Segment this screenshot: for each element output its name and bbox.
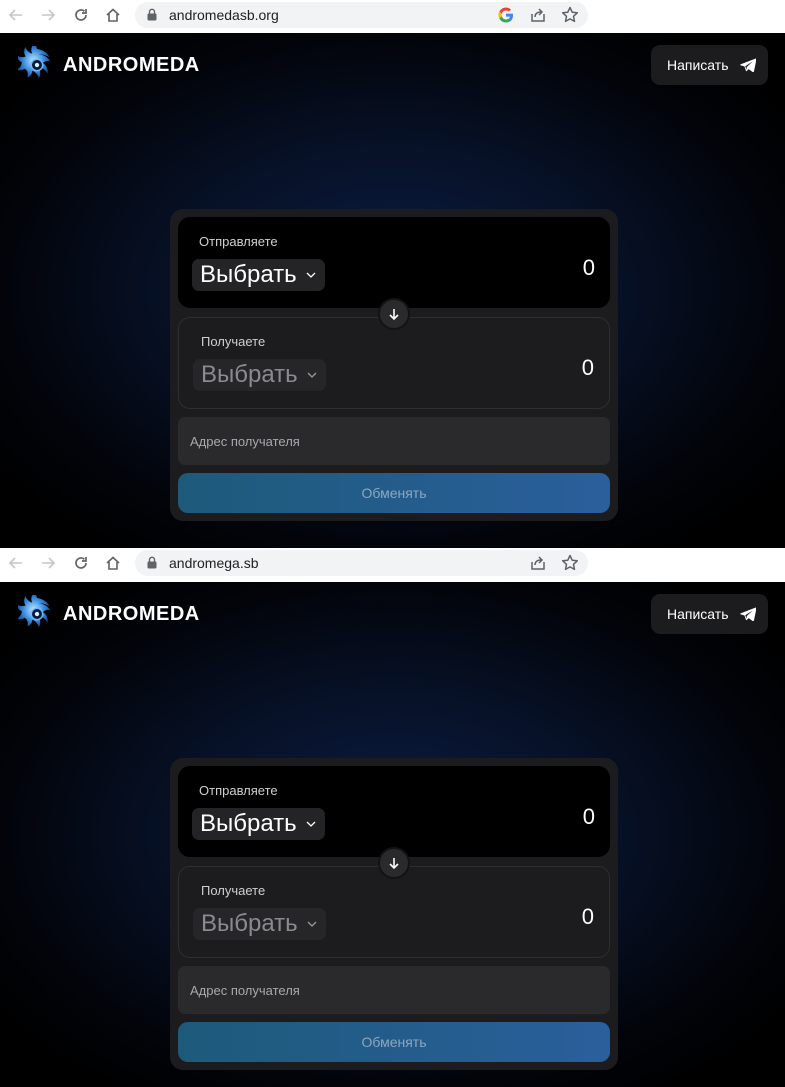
send-token-text: Выбрать [200, 810, 297, 837]
send-amount[interactable]: 0 [583, 255, 595, 281]
chevron-down-icon [307, 921, 317, 927]
address-bar[interactable]: andromedasb.org [135, 2, 588, 28]
receive-panel: Получаете Выбрать 0 [178, 317, 610, 409]
galaxy-logo-icon [18, 595, 51, 628]
swap-direction-button[interactable] [378, 298, 410, 330]
exchange-button[interactable]: Обменять [178, 1022, 610, 1062]
exchange-button[interactable]: Обменять [178, 473, 610, 513]
send-label: Отправляете [199, 234, 278, 249]
receive-amount: 0 [581, 904, 594, 929]
recipient-address-input[interactable] [178, 417, 610, 465]
receive-token-text: Выбрать [201, 910, 298, 937]
recipient-address-field[interactable] [178, 417, 610, 465]
send-token-text: Выбрать [200, 261, 297, 288]
reload-icon[interactable] [69, 552, 93, 574]
browser-toolbar: andromedasb.org [0, 0, 785, 33]
url-text: andromedasb.org [169, 7, 279, 23]
arrow-down-icon [389, 858, 399, 870]
arrow-down-icon [389, 309, 399, 321]
arrow-right-icon[interactable] [36, 4, 60, 26]
write-button[interactable]: Написать [651, 45, 768, 85]
share-icon[interactable] [528, 5, 548, 25]
telegram-icon [740, 58, 757, 72]
receive-label: Получаете [201, 334, 266, 349]
send-panel: Отправляете Выбрать 0 [178, 766, 610, 857]
home-icon[interactable] [101, 4, 125, 26]
lock-icon [147, 8, 157, 26]
arrow-right-icon[interactable] [36, 552, 60, 574]
send-token-select[interactable]: Выбрать [192, 259, 325, 291]
send-panel: Отправляете Выбрать 0 [178, 217, 610, 308]
recipient-address-input[interactable] [178, 966, 610, 1014]
swap-direction-button[interactable] [378, 847, 410, 879]
address-bar[interactable]: andromega.sb [135, 550, 588, 576]
screenshot-2: andromega.sb ANDROMEDA Написать Отправля… [0, 548, 785, 1087]
brand-name: ANDROMEDA [63, 603, 200, 625]
send-token-select[interactable]: Выбрать [192, 808, 325, 840]
screenshot-1: andromedasb.org ANDROMEDA Написать Отпра… [0, 0, 785, 548]
brand-name: ANDROMEDA [63, 54, 200, 76]
browser-toolbar: andromega.sb [0, 548, 785, 582]
arrow-left-icon[interactable] [4, 4, 28, 26]
recipient-address-field[interactable] [178, 966, 610, 1014]
star-icon[interactable] [560, 5, 580, 25]
write-button[interactable]: Написать [651, 594, 768, 634]
star-icon[interactable] [560, 553, 580, 573]
send-amount[interactable]: 0 [583, 804, 595, 830]
receive-label: Получаете [201, 883, 266, 898]
site-page: ANDROMEDA Написать Отправляете Выбрать 0… [0, 582, 785, 1087]
write-button-label: Написать [667, 606, 729, 622]
lock-icon [147, 556, 157, 574]
reload-icon[interactable] [69, 4, 93, 26]
share-icon[interactable] [528, 553, 548, 573]
receive-panel: Получаете Выбрать 0 [178, 866, 610, 958]
url-text: andromega.sb [169, 555, 259, 571]
write-button-label: Написать [667, 57, 729, 73]
google-icon[interactable] [497, 6, 515, 24]
chevron-down-icon [306, 821, 316, 827]
home-icon[interactable] [101, 552, 125, 574]
receive-token-select[interactable]: Выбрать [193, 908, 326, 940]
arrow-left-icon[interactable] [4, 552, 28, 574]
receive-amount: 0 [581, 355, 594, 380]
receive-token-select[interactable]: Выбрать [193, 359, 326, 391]
receive-token-text: Выбрать [201, 361, 298, 388]
send-label: Отправляете [199, 783, 278, 798]
swap-card: Отправляете Выбрать 0 Получаете Выбрать … [170, 758, 618, 1070]
swap-card: Отправляете Выбрать 0 Получаете Выбрать … [170, 209, 618, 521]
chevron-down-icon [306, 272, 316, 278]
chevron-down-icon [307, 372, 317, 378]
telegram-icon [740, 607, 757, 621]
galaxy-logo-icon [18, 46, 51, 79]
site-page: ANDROMEDA Написать Отправляете Выбрать 0… [0, 33, 785, 548]
